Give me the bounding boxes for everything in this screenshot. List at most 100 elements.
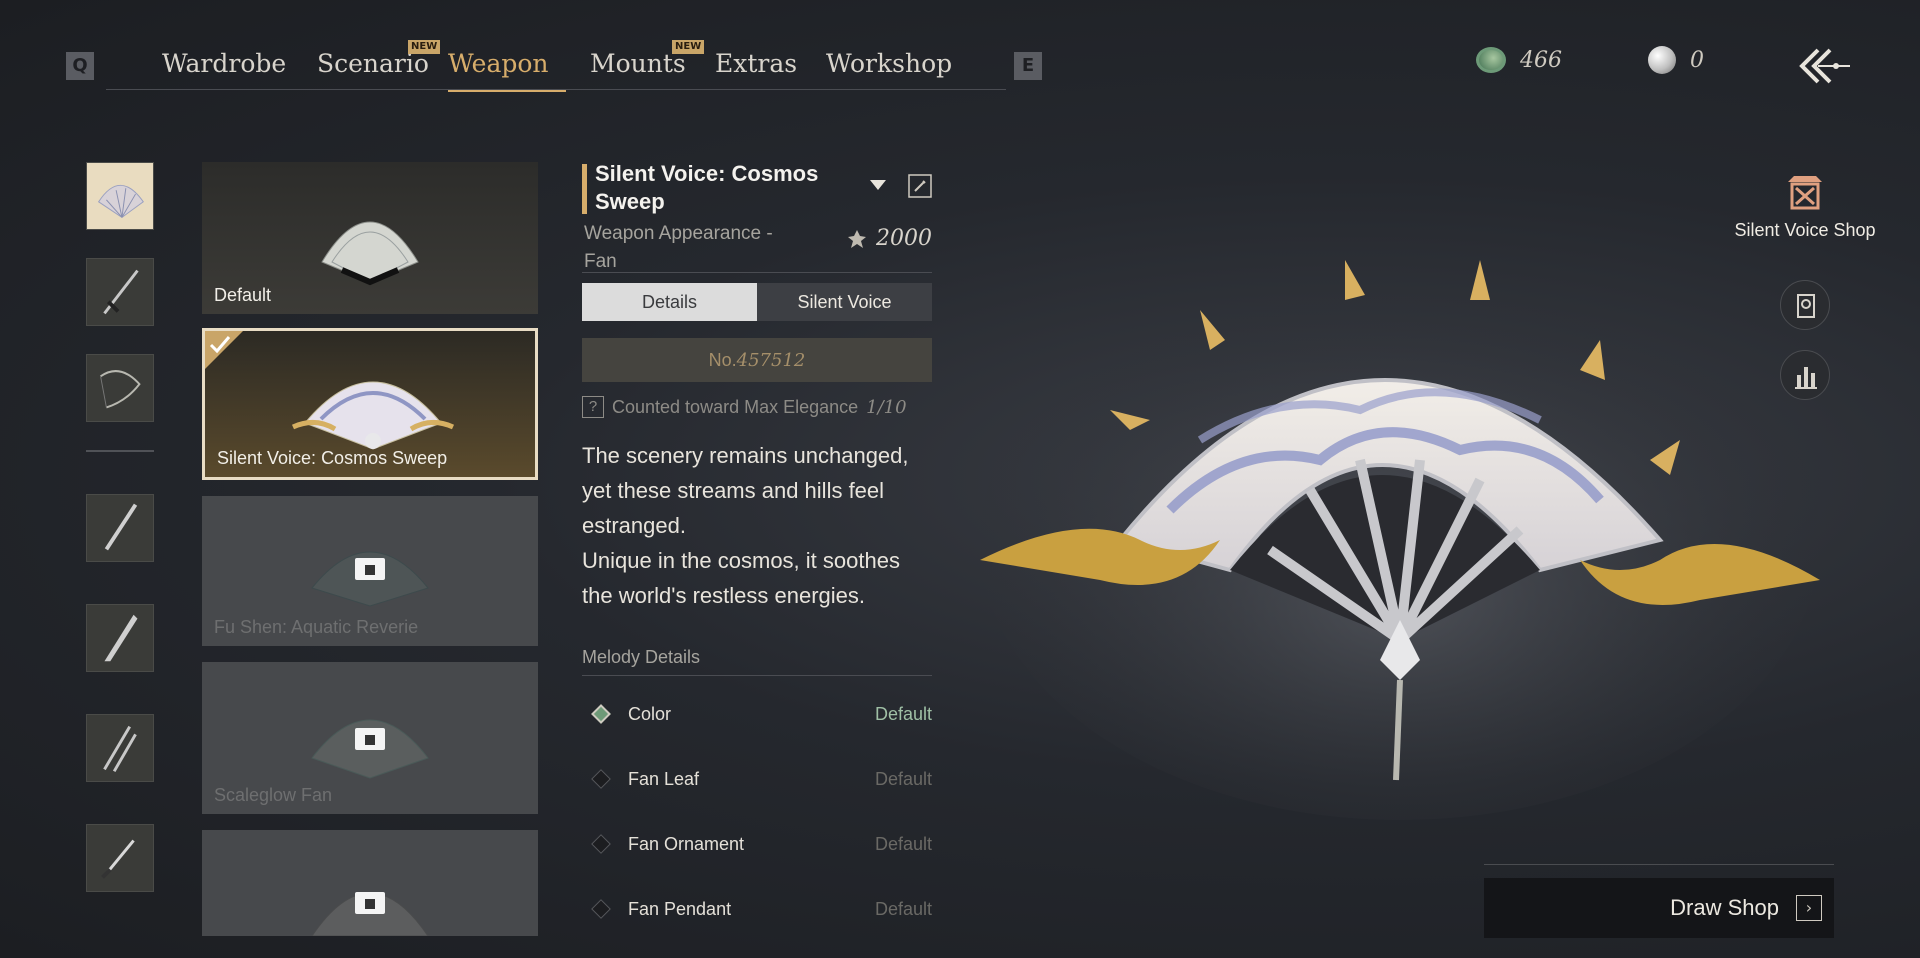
melody-name: Color [628,703,672,724]
diamond-icon [591,834,611,854]
serial-number: No.457512 [582,338,932,382]
portrait-icon [1797,294,1815,318]
back-arrow-icon [1799,48,1850,84]
pearl-icon [1648,46,1676,74]
category-bow[interactable] [86,354,154,422]
arrow-right-icon: › [1796,895,1822,921]
melody-name: Fan Ornament [628,833,745,854]
silent-voice-shop-button[interactable]: Silent Voice Shop [1730,172,1880,241]
prev-tab-key[interactable]: Q [66,52,94,80]
melody-name: Fan Leaf [628,768,700,789]
appearance-title: Silent Voice: Cosmos Sweep [595,161,819,214]
category-fan[interactable] [86,162,154,230]
tab-weapon[interactable]: Weapon [448,49,549,78]
diamond-icon [591,704,611,724]
category-dual-blades[interactable] [86,714,154,782]
tab-workshop[interactable]: Workshop [826,49,952,78]
tab-wardrobe[interactable]: Wardrobe [162,49,286,78]
category-dagger[interactable] [86,824,154,892]
divider [582,675,932,676]
pavilion-icon [1788,176,1822,210]
category-divider [86,450,154,452]
lock-icon [355,892,385,914]
jade-amount: 466 [1520,47,1562,73]
melody-name: Fan Pendant [628,898,732,919]
melody-value: Default [874,833,932,854]
help-icon[interactable]: ? [582,396,604,418]
diamond-icon [591,769,611,789]
elegance-value: 1/10 [866,396,907,418]
next-tab-key[interactable]: E [1014,52,1042,80]
category-blade[interactable] [86,604,154,672]
serial-value: 457512 [736,350,806,371]
appearance-card-scaleglow[interactable]: Scaleglow Fan [202,662,538,814]
dual-blades-icon [103,725,137,773]
appearance-card-aquatic-reverie[interactable]: Fu Shen: Aquatic Reverie [202,496,538,646]
tab-details[interactable]: Details [582,283,757,321]
nav-divider [106,89,1006,90]
card-label: Fu Shen: Aquatic Reverie [214,617,419,637]
currency-token-icon [848,229,866,248]
tab-silent-voice[interactable]: Silent Voice [757,283,932,321]
silent-voice-shop-label: Silent Voice Shop [1734,220,1876,240]
edit-icon[interactable] [908,174,932,198]
price: 2000 [846,226,932,251]
appearance-card-default[interactable]: Default [202,162,538,314]
dagger-icon [101,839,135,879]
description: The scenery remains unchanged, yet these… [582,438,932,613]
wardrobe-preview-button[interactable] [1780,280,1830,330]
top-nav: Q Wardrobe Scenario NEW Weapon Mounts NE… [66,40,1042,92]
card-label: Default [214,285,272,305]
equipped-check-icon [205,331,243,369]
sword-icon [103,269,139,315]
melody-row-fan-ornament[interactable]: Fan Ornament Default [582,829,932,859]
detail-tabs: Details Silent Voice [582,283,932,321]
weapon-preview[interactable] [980,240,1830,840]
fan-preview-image [980,260,1820,820]
jade-currency: 466 [1476,44,1562,76]
melody-value: Default [874,703,932,724]
melody-value: Default [874,898,932,919]
spear-icon [104,503,138,551]
divider [1484,864,1834,865]
lock-icon [355,728,385,750]
fan-thumbnail-icon [97,185,144,218]
locked-fan-image [311,892,429,936]
elegance-label: Counted toward Max Elegance [612,396,859,417]
appearance-card-cosmos-sweep[interactable]: Silent Voice: Cosmos Sweep [202,328,538,480]
back-button[interactable] [1796,44,1852,88]
pearl-currency: 0 [1648,44,1704,76]
elegance-info: ? Counted toward Max Elegance 1/10 [582,396,907,418]
chevron-down-icon[interactable] [868,178,888,192]
appearance-type: Weapon Appearance - Fan [584,223,773,272]
melody-row-color[interactable]: Color Default [582,699,932,729]
new-badge: NEW [672,40,705,54]
bow-icon [100,370,141,409]
card-label: Silent Voice: Cosmos Sweep [217,448,448,468]
serial-prefix: No. [708,350,737,370]
draw-shop-button[interactable]: Draw Shop › [1484,864,1834,938]
category-spear[interactable] [86,494,154,562]
melody-row-fan-leaf[interactable]: Fan Leaf Default [582,764,932,794]
jade-coin-icon [1476,47,1506,73]
price-value: 2000 [876,226,932,251]
divider [582,272,932,273]
bar-chart-icon [1795,367,1817,389]
diamond-icon [591,899,611,919]
appearance-card-locked[interactable] [202,830,538,936]
title-accent-bar [582,164,587,214]
card-label: Scaleglow Fan [214,785,333,805]
melody-value: Default [874,768,932,789]
draw-shop-label: Draw Shop [1670,895,1779,920]
stats-button[interactable] [1780,350,1830,400]
melody-header: Melody Details [582,647,701,667]
description-line: The scenery remains unchanged, yet these… [582,443,909,538]
blade-icon [104,614,138,662]
melody-row-fan-pendant[interactable]: Fan Pendant Default [582,894,932,924]
description-line: Unique in the cosmos, it soothes the wor… [582,548,900,608]
tab-extras[interactable]: Extras [715,49,797,78]
new-badge: NEW [408,40,441,54]
category-sword[interactable] [86,258,154,326]
pearl-amount: 0 [1690,47,1704,73]
lock-icon [355,558,385,580]
